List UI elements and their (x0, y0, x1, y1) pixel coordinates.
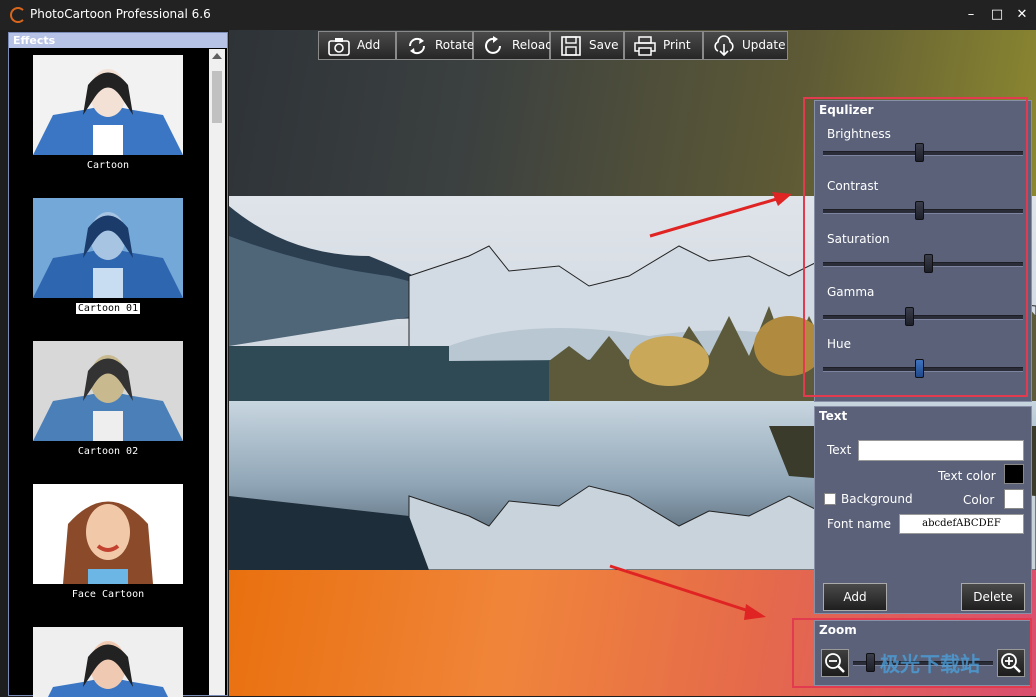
text-color-swatch[interactable] (1004, 464, 1024, 484)
minimize-button[interactable]: – (962, 6, 980, 24)
close-button[interactable]: ✕ (1013, 6, 1031, 24)
camera-icon (328, 38, 350, 56)
effect-item-cartoon-02[interactable]: Cartoon 02 (33, 341, 183, 458)
effects-panel: Effects Cartoon Cartoon 01 Cartoon 02 Fa… (8, 32, 228, 697)
effect-thumbnail (33, 341, 183, 441)
background-label: Background (841, 492, 913, 506)
save-button[interactable]: Save (550, 31, 624, 60)
effect-thumbnail (33, 198, 183, 298)
font-picker[interactable]: abcdefABCDEF (899, 514, 1024, 534)
print-button[interactable]: Print (624, 31, 703, 60)
delete-text-button[interactable]: Delete (961, 583, 1025, 611)
title-bar: PhotoCartoon Professional 6.6 – □ ✕ (0, 0, 1036, 30)
maximize-button[interactable]: □ (988, 6, 1006, 24)
reload-icon (485, 36, 501, 54)
scroll-up-icon[interactable] (212, 53, 222, 59)
effect-label: Face Cartoon (71, 589, 145, 600)
effect-item-cartoon[interactable]: Cartoon (33, 55, 183, 172)
rotate-button[interactable]: Rotate (396, 31, 475, 60)
add-text-button[interactable]: Add (823, 583, 887, 611)
background-checkbox[interactable] (824, 493, 836, 505)
rotate-icon (408, 37, 426, 55)
effect-label-text: Cartoon 01 (75, 303, 141, 314)
rotate-label: Rotate (435, 38, 475, 52)
effect-thumbnail (33, 55, 183, 155)
text-panel: Text Text Text color Background Color Fo… (814, 406, 1032, 614)
watermark: 极光下载站 (880, 652, 980, 676)
effects-scrollbar[interactable] (209, 49, 225, 695)
reload-label: Reload (512, 38, 553, 52)
cloud-download-icon (714, 35, 734, 57)
text-label: Text (827, 443, 852, 457)
add-button[interactable]: Add (318, 31, 396, 60)
save-icon (561, 36, 581, 56)
add-label: Add (357, 38, 381, 52)
effect-item-cartoon-01[interactable]: Cartoon 01 (33, 198, 183, 315)
effect-thumbnail (33, 627, 183, 697)
effect-label: Cartoon 01 (33, 303, 183, 315)
effects-list: Cartoon Cartoon 01 Cartoon 02 Face Carto… (9, 49, 209, 697)
background-color-swatch[interactable] (1004, 489, 1024, 509)
window-title: PhotoCartoon Professional 6.6 (30, 7, 211, 21)
text-input[interactable] (858, 440, 1024, 461)
update-label: Update (742, 38, 786, 52)
reload-button[interactable]: Reload (473, 31, 553, 60)
effect-item[interactable] (33, 627, 183, 697)
effect-label: Cartoon 02 (77, 446, 139, 457)
save-label: Save (589, 38, 619, 52)
equalizer-highlight-box (803, 97, 1028, 397)
effect-label: Cartoon (86, 160, 130, 171)
printer-icon (634, 36, 656, 56)
text-color-label: Text color (938, 469, 996, 483)
update-button[interactable]: Update (703, 31, 788, 60)
app-logo-icon (10, 7, 26, 23)
color-label: Color (963, 493, 995, 507)
scrollbar-thumb[interactable] (212, 71, 222, 123)
effect-item-face-cartoon[interactable]: Face Cartoon (33, 484, 183, 601)
text-panel-header: Text (819, 409, 848, 423)
effect-thumbnail (33, 484, 183, 584)
font-name-label: Font name (827, 517, 891, 531)
effects-header: Effects (9, 33, 227, 48)
print-label: Print (663, 38, 691, 52)
